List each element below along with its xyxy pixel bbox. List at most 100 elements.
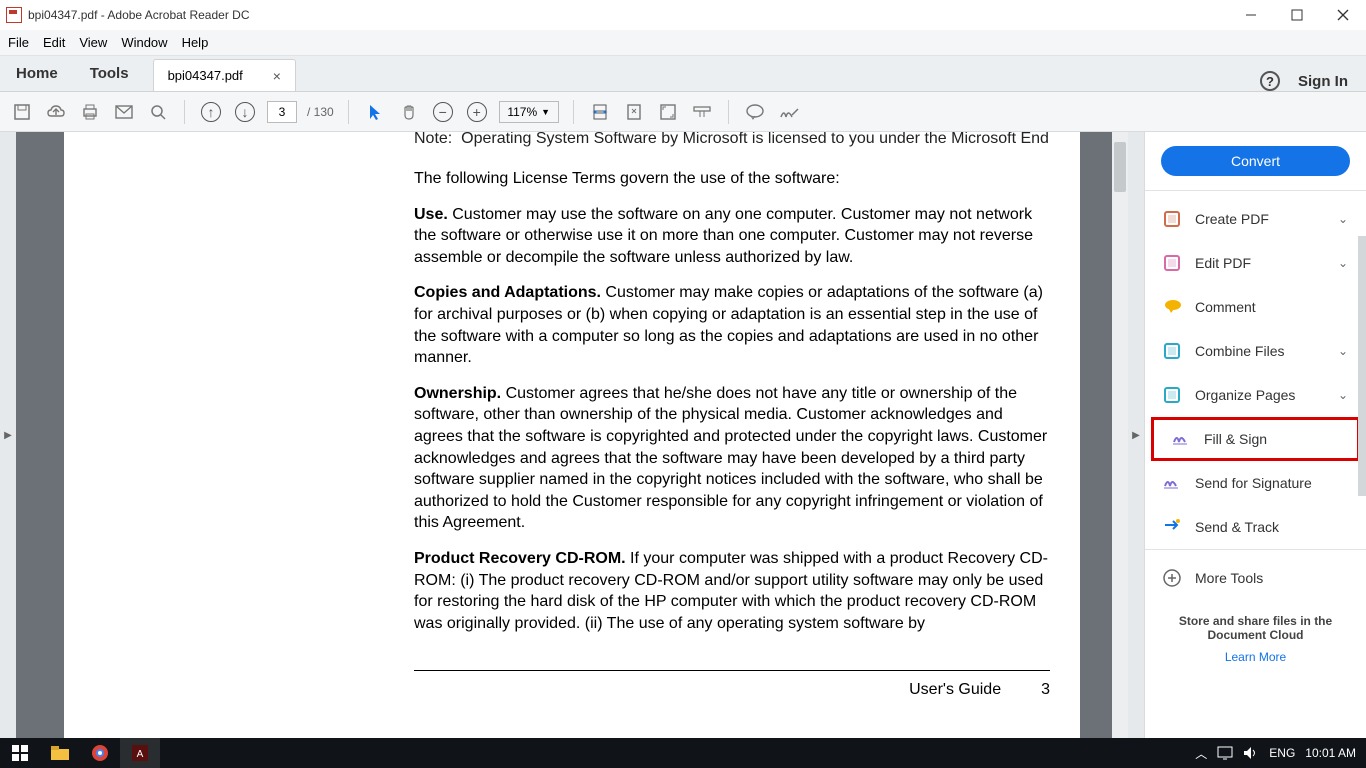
menu-view[interactable]: View	[79, 35, 107, 50]
fit-width-icon[interactable]	[588, 100, 612, 124]
document-tab-label: bpi04347.pdf	[168, 68, 243, 83]
tool-label: Edit PDF	[1195, 255, 1251, 271]
document-viewport[interactable]: Note: Operating System Software by Micro…	[16, 132, 1128, 738]
page-up-icon[interactable]: ↑	[199, 100, 223, 124]
comment-icon[interactable]	[743, 100, 767, 124]
save-icon[interactable]	[10, 100, 34, 124]
convert-button[interactable]: Convert	[1161, 146, 1350, 176]
tool-icon	[1163, 569, 1181, 587]
tool-more-tools[interactable]: More Tools	[1145, 556, 1366, 600]
page-down-icon[interactable]: ↓	[233, 100, 257, 124]
page-count-label: / 130	[307, 105, 334, 119]
tool-label: Fill & Sign	[1204, 431, 1267, 447]
tool-icon	[1163, 342, 1181, 360]
tool-send-for-signature[interactable]: Send for Signature	[1145, 461, 1366, 505]
tool-organize-pages[interactable]: Organize Pages⌄	[1145, 373, 1366, 417]
right-panel-toggle[interactable]: ▶	[1128, 132, 1144, 738]
close-tab-icon[interactable]: ×	[273, 68, 281, 84]
sign-in-link[interactable]: Sign In	[1298, 73, 1348, 90]
pdf-file-icon	[6, 7, 22, 23]
network-icon[interactable]	[1217, 746, 1233, 760]
vertical-scrollbar[interactable]	[1112, 132, 1128, 738]
chevron-down-icon: ⌄	[1338, 344, 1348, 358]
menu-file[interactable]: File	[8, 35, 29, 50]
volume-icon[interactable]	[1243, 746, 1259, 760]
zoom-out-icon[interactable]: −	[431, 100, 455, 124]
menu-edit[interactable]: Edit	[43, 35, 65, 50]
help-icon[interactable]: ?	[1260, 71, 1280, 91]
tabstrip: Home Tools bpi04347.pdf × ? Sign In	[0, 56, 1366, 92]
pointer-icon[interactable]	[363, 100, 387, 124]
close-button[interactable]	[1320, 0, 1366, 30]
tool-icon	[1163, 518, 1181, 536]
menu-window[interactable]: Window	[121, 35, 167, 50]
fullscreen-icon[interactable]	[656, 100, 680, 124]
doc-paragraph: Note: Operating System Software by Micro…	[414, 132, 1050, 150]
zoom-in-icon[interactable]: +	[465, 100, 489, 124]
chrome-icon[interactable]	[80, 738, 120, 768]
language-indicator[interactable]: ENG	[1269, 746, 1295, 760]
window-titlebar: bpi04347.pdf - Adobe Acrobat Reader DC	[0, 0, 1366, 30]
tab-document[interactable]: bpi04347.pdf ×	[153, 59, 296, 91]
hand-icon[interactable]	[397, 100, 421, 124]
main-area: ▶ Note: Operating System Software by Mic…	[0, 132, 1366, 738]
chevron-down-icon: ⌄	[1338, 256, 1348, 270]
tool-label: Combine Files	[1195, 343, 1284, 359]
left-panel-toggle[interactable]: ▶	[0, 132, 16, 738]
cloud-icon[interactable]	[44, 100, 68, 124]
tab-home[interactable]: Home	[0, 55, 74, 91]
svg-text:A: A	[137, 749, 144, 760]
start-button[interactable]	[0, 738, 40, 768]
sign-icon[interactable]	[777, 100, 801, 124]
page-number-input[interactable]	[267, 101, 297, 123]
tool-create-pdf[interactable]: Create PDF ⌄	[1145, 197, 1366, 241]
chevron-down-icon: ⌄	[1338, 212, 1348, 226]
tool-label: Create PDF	[1195, 211, 1269, 227]
fit-page-icon[interactable]	[622, 100, 646, 124]
doc-paragraph: The following License Terms govern the u…	[414, 168, 1050, 190]
window-title: bpi04347.pdf - Adobe Acrobat Reader DC	[28, 8, 249, 22]
tool-combine-files[interactable]: Combine Files ⌄	[1145, 329, 1366, 373]
pdf-page: Note: Operating System Software by Micro…	[64, 132, 1080, 738]
menu-help[interactable]: Help	[182, 35, 209, 50]
tool-label: Comment	[1195, 299, 1256, 315]
acrobat-icon[interactable]: A	[120, 738, 160, 768]
tool-icon	[1163, 474, 1181, 492]
doc-paragraph: Product Recovery CD-ROM. If your compute…	[414, 548, 1050, 634]
menubar: File Edit View Window Help	[0, 30, 1366, 56]
tool-label: Send for Signature	[1195, 475, 1312, 491]
search-icon[interactable]	[146, 100, 170, 124]
promo-text: Store and share files in the Document Cl…	[1145, 600, 1366, 646]
tool-send-track[interactable]: Send & Track	[1145, 505, 1366, 549]
print-icon[interactable]	[78, 100, 102, 124]
tool-icon	[1163, 298, 1181, 316]
tool-icon	[1163, 386, 1181, 404]
doc-paragraph: Use. Customer may use the software on an…	[414, 204, 1050, 269]
clock[interactable]: 10:01 AM	[1305, 746, 1356, 760]
tool-icon	[1172, 430, 1190, 448]
explorer-icon[interactable]	[40, 738, 80, 768]
toolbar: ↑ ↓ / 130 − + 117%▼	[0, 92, 1366, 132]
mail-icon[interactable]	[112, 100, 136, 124]
tool-label: More Tools	[1195, 570, 1263, 586]
windows-taskbar: A ︿ ENG 10:01 AM	[0, 738, 1366, 768]
sidepanel-scrollbar[interactable]	[1358, 236, 1366, 496]
maximize-button[interactable]	[1274, 0, 1320, 30]
zoom-level-select[interactable]: 117%▼	[499, 101, 559, 123]
tool-icon	[1163, 210, 1181, 228]
doc-paragraph: Copies and Adaptations. Customer may mak…	[414, 282, 1050, 368]
doc-paragraph: Ownership. Customer agrees that he/she d…	[414, 383, 1050, 534]
minimize-button[interactable]	[1228, 0, 1274, 30]
tool-label: Send & Track	[1195, 519, 1279, 535]
read-mode-icon[interactable]	[690, 100, 714, 124]
tool-label: Organize Pages	[1195, 387, 1295, 403]
page-footer: User's Guide 3	[414, 670, 1050, 701]
tool-edit-pdf[interactable]: Edit PDF ⌄	[1145, 241, 1366, 285]
tool-comment[interactable]: Comment	[1145, 285, 1366, 329]
tool-fill-sign[interactable]: Fill & Sign	[1151, 417, 1360, 461]
tools-sidepanel: Convert Create PDF ⌄ Edit PDF ⌄ Comment Combi…	[1144, 132, 1366, 738]
learn-more-link[interactable]: Learn More	[1145, 646, 1366, 668]
tray-chevron-icon[interactable]: ︿	[1195, 745, 1207, 762]
tool-icon	[1163, 254, 1181, 272]
tab-tools[interactable]: Tools	[74, 55, 145, 91]
